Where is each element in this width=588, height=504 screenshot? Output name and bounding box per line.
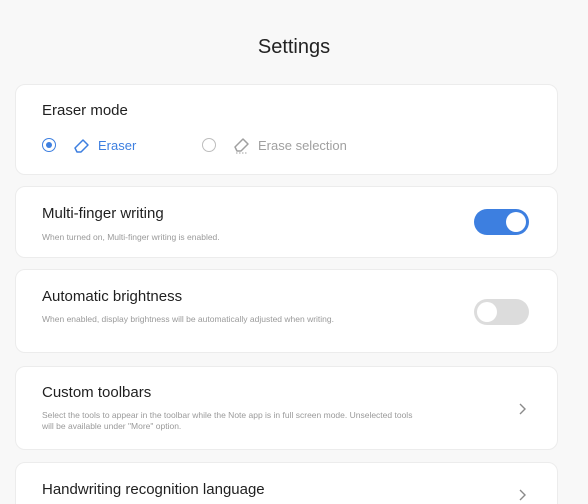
erase-selection-option[interactable]: Erase selection (202, 135, 347, 155)
page-title: Settings (257, 36, 331, 58)
custom-toolbars-title: Custom toolbars (42, 384, 152, 401)
toggle-knob (506, 212, 526, 232)
eraser-mode-card: Eraser mode Eraser Erase selection (15, 84, 558, 175)
automatic-brightness-card[interactable]: Automatic brightness When enabled, displ… (15, 269, 558, 353)
eraser-icon (74, 139, 89, 153)
custom-toolbars-description: Select the tools to appear in the toolba… (42, 410, 413, 431)
handwriting-language-card[interactable]: Handwriting recognition language (15, 462, 558, 504)
automatic-brightness-title: Automatic brightness (42, 288, 183, 305)
automatic-brightness-description: When enabled, display brightness will be… (42, 314, 334, 324)
eraser-mode-title: Eraser mode (42, 102, 128, 119)
eraser-option-label: Eraser (98, 137, 137, 153)
automatic-brightness-toggle[interactable] (474, 299, 529, 325)
chevron-right-icon (519, 489, 526, 501)
erase-selection-label: Erase selection (258, 137, 347, 153)
chevron-right-icon (519, 403, 526, 415)
multi-finger-card[interactable]: Multi-finger writing When turned on, Mul… (15, 186, 558, 258)
eraser-radio[interactable] (42, 138, 56, 152)
multi-finger-description: When turned on, Multi-finger writing is … (42, 232, 220, 242)
custom-toolbars-card[interactable]: Custom toolbars Select the tools to appe… (15, 366, 558, 450)
toggle-knob (477, 302, 497, 322)
erase-selection-radio[interactable] (202, 138, 216, 152)
eraser-option[interactable]: Eraser (42, 135, 136, 155)
handwriting-language-title: Handwriting recognition language (42, 481, 265, 498)
settings-page: Settings Eraser mode Eraser Erase select… (0, 0, 588, 504)
multi-finger-toggle[interactable] (474, 209, 529, 235)
erase-selection-icon (234, 138, 249, 154)
multi-finger-title: Multi-finger writing (42, 205, 164, 222)
